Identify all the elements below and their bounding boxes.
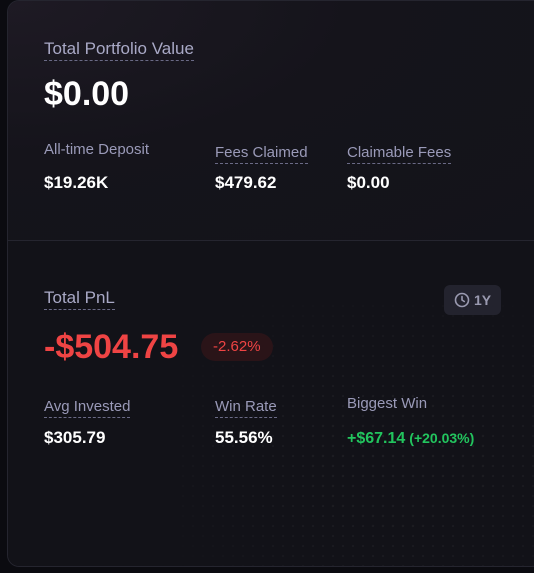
all-time-deposit-value: $19.26K	[44, 173, 109, 192]
biggest-win-value: +$67.14	[347, 430, 406, 447]
total-pnl-value: -$504.75	[44, 328, 179, 366]
win-rate-label[interactable]: Win Rate	[215, 398, 277, 418]
fees-claimed-value: $479.62	[215, 173, 277, 192]
all-time-deposit-label: All-time Deposit	[44, 141, 150, 158]
biggest-win-row: +$67.14 (+20.03%)	[347, 428, 474, 449]
portfolio-value-section: Total Portfolio Value $0.00 All-time Dep…	[8, 1, 534, 241]
period-label: 1Y	[473, 292, 492, 308]
pnl-section: Total PnL 1Y -$504.75 -2.62% Avg Investe…	[8, 241, 534, 566]
portfolio-card: Total Portfolio Value $0.00 All-time Dep…	[7, 0, 534, 567]
biggest-win-label: Biggest Win	[347, 395, 428, 412]
win-rate-value: 55.56%	[215, 428, 273, 447]
pnl-change-badge: -2.62%	[201, 333, 273, 361]
portfolio-value: $0.00	[44, 75, 130, 113]
total-pnl-label[interactable]: Total PnL	[44, 288, 115, 310]
period-selector-button[interactable]: 1Y	[444, 285, 501, 315]
portfolio-value-label[interactable]: Total Portfolio Value	[44, 39, 194, 61]
fees-claimed-label[interactable]: Fees Claimed	[215, 144, 308, 164]
avg-invested-value: $305.79	[44, 428, 106, 447]
claimable-fees-label[interactable]: Claimable Fees	[347, 144, 452, 164]
avg-invested-label[interactable]: Avg Invested	[44, 398, 131, 418]
clock-icon	[454, 292, 470, 308]
claimable-fees-value: $0.00	[347, 173, 390, 192]
biggest-win-percent: (+20.03%)	[409, 430, 475, 446]
